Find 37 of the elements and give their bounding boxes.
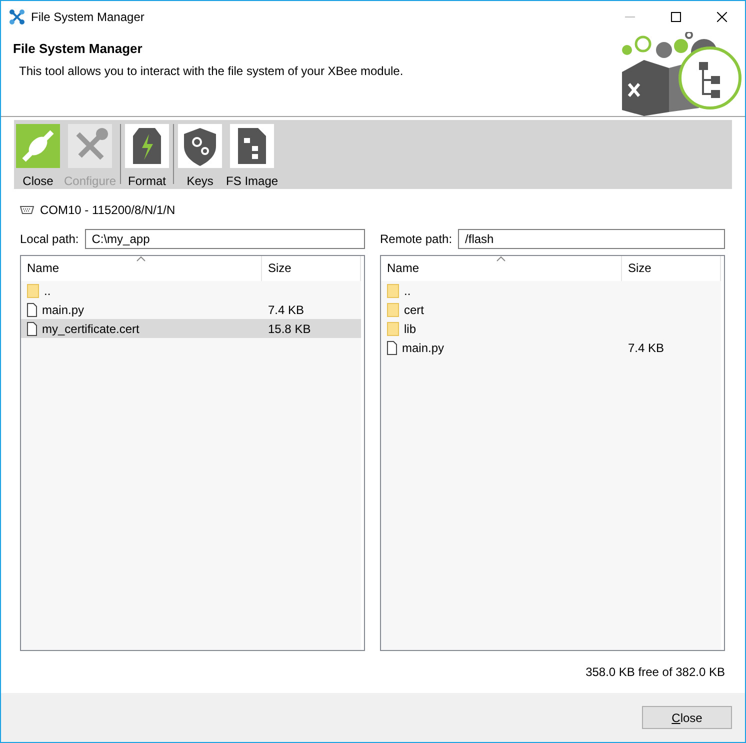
file-row[interactable]: .. [381,281,721,300]
folder-icon [387,284,399,298]
file-row[interactable]: my_certificate.cert 15.8 KB [21,319,361,338]
file-name: main.py [42,302,84,318]
file-icon [27,302,37,316]
file-name: main.py [402,340,444,356]
folder-icon [387,322,399,336]
dialog-description: This tool allows you to interact with the file system of your XBee module. [19,62,404,80]
file-row[interactable]: main.py 7.4 KB [381,338,721,357]
path-field[interactable]: /flash [458,229,725,249]
folder-icon [387,302,399,316]
file-row[interactable]: lib [381,319,721,338]
close-button[interactable]: Close [642,706,732,729]
folder-icon [27,284,39,298]
file-name: .. [44,282,51,300]
path-field[interactable]: C:\my_app [84,229,365,249]
file-name: .. [404,282,411,300]
file-row[interactable]: cert [381,300,721,319]
file-name: my_certificate.cert [42,320,140,338]
dialog-title: File System Manager [13,41,144,57]
maximize-icon [671,12,681,22]
file-row[interactable]: main.py 7.4 KB [21,300,361,319]
file-size: 15.8 KB [268,322,311,336]
connection-label: COM10 - 115200/8/N/1/N [40,202,176,219]
file-row[interactable]: .. [21,281,361,300]
free-space-label: 358.0 KB free of 382.0 KB [584,664,725,681]
app-icon [9,8,25,24]
serial-port-icon [20,205,34,215]
window-title: File System Manager [31,8,144,26]
path-label: Remote path: [380,231,452,248]
file-icon [387,340,397,354]
file-size: 7.4 KB [268,302,304,316]
file-name: lib [404,320,416,338]
file-size: 7.4 KB [628,340,664,354]
path-label: Local path: [20,231,79,248]
file-icon [27,322,37,336]
file-name: cert [404,302,424,318]
